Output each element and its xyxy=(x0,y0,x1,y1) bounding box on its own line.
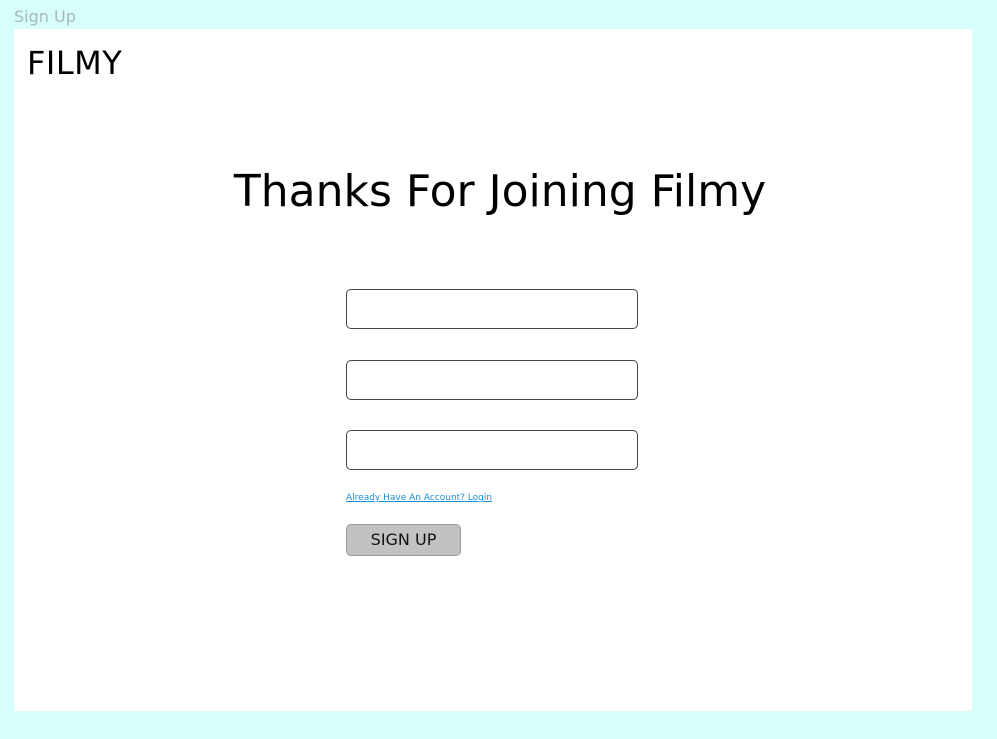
brand-logo-text: FILMY xyxy=(27,44,123,82)
frame-label: Sign Up xyxy=(14,7,76,26)
signup-field-3[interactable] xyxy=(346,430,638,470)
page-heading: Thanks For Joining Filmy xyxy=(233,166,767,217)
signup-field-1[interactable] xyxy=(346,289,638,329)
signup-button[interactable]: SIGN UP xyxy=(346,524,461,556)
login-link[interactable]: Already Have An Account? Login xyxy=(346,492,492,504)
signup-page-frame: FILMY Thanks For Joining Filmy Already H… xyxy=(14,29,972,711)
signup-field-2[interactable] xyxy=(346,360,638,400)
